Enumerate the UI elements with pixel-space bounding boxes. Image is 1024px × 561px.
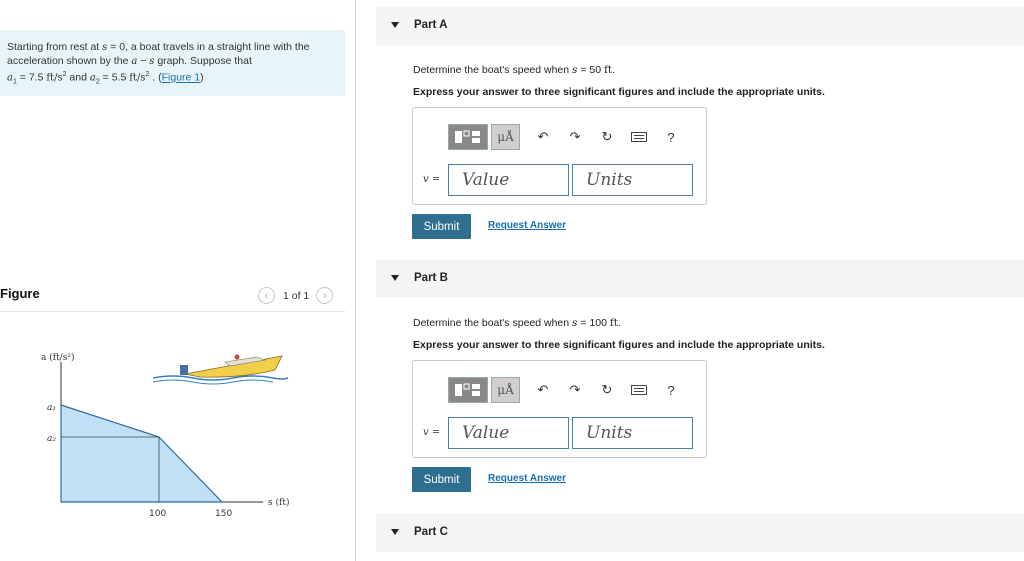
- part-a-header[interactable]: Part A: [376, 7, 1024, 45]
- part-b-header[interactable]: Part B: [376, 260, 1024, 298]
- part-a-submit-button[interactable]: Submit: [412, 214, 471, 239]
- velocity-label: v =: [423, 174, 441, 185]
- templates-icon: [455, 383, 480, 396]
- part-a-instruction: Express your answer to three significant…: [413, 86, 825, 98]
- templates-icon: [455, 130, 480, 143]
- part-a-request-answer-link[interactable]: Request Answer: [488, 220, 566, 231]
- part-a-title: Part A: [414, 19, 448, 31]
- x-tick-100: 100: [149, 509, 166, 519]
- redo-icon[interactable]: ↷: [566, 129, 584, 145]
- figure-divider: [0, 311, 345, 312]
- pane-divider: [355, 0, 356, 561]
- part-c-header[interactable]: Part C: [376, 514, 1024, 552]
- keyboard-icon[interactable]: [630, 130, 648, 145]
- part-b-title: Part B: [414, 272, 448, 284]
- problem-statement: Starting from rest at s = 0, a boat trav…: [0, 30, 345, 96]
- math-toolbar: μÅ ↶ ↷ ↻ ?: [448, 377, 680, 403]
- collapse-triangle-icon[interactable]: [391, 275, 399, 281]
- part-b-submit-button[interactable]: Submit: [412, 467, 471, 492]
- pager-text: 1 of 1: [283, 289, 310, 302]
- collapse-triangle-icon[interactable]: [391, 22, 399, 28]
- undo-icon[interactable]: ↶: [534, 129, 552, 145]
- figure-title: Figure: [0, 286, 40, 301]
- reset-icon[interactable]: ↻: [598, 382, 616, 398]
- part-b-answer-box: μÅ ↶ ↷ ↻ ? v = Value Units: [412, 360, 707, 458]
- redo-icon[interactable]: ↷: [566, 382, 584, 398]
- y-axis-label: a (ft/s²): [41, 352, 74, 363]
- value-input[interactable]: Value: [448, 164, 569, 196]
- prev-figure-button[interactable]: ‹: [258, 287, 275, 304]
- velocity-label: v =: [423, 427, 441, 438]
- units-symbol-button[interactable]: μÅ: [491, 124, 520, 150]
- part-b-request-answer-link[interactable]: Request Answer: [488, 473, 566, 484]
- part-b-instruction: Express your answer to three significant…: [413, 339, 825, 351]
- figure-link[interactable]: Figure 1: [162, 72, 201, 84]
- reset-icon[interactable]: ↻: [598, 129, 616, 145]
- part-a-answer-box: μÅ ↶ ↷ ↻ ? v = Value Units: [412, 107, 707, 205]
- problem-pane: Starting from rest at s = 0, a boat trav…: [0, 0, 355, 561]
- templates-button[interactable]: [448, 124, 488, 150]
- value-input[interactable]: Value: [448, 417, 569, 449]
- units-input[interactable]: Units: [572, 164, 693, 196]
- undo-icon[interactable]: ↶: [534, 382, 552, 398]
- x-tick-150: 150: [215, 509, 232, 519]
- a1-tick-label: a₁: [47, 403, 56, 413]
- acceleration-graph: a (ft/s²) a₁ a₂ 100 150 s (ft): [41, 352, 289, 519]
- acceleration-curve: [60, 404, 224, 503]
- problem-text: Starting from rest at s = 0, a boat trav…: [7, 41, 310, 86]
- part-a-question: Determine the boat's speed when s = 50 f…: [413, 64, 616, 76]
- units-input[interactable]: Units: [572, 417, 693, 449]
- figure-pager: ‹ 1 of 1 ›: [258, 287, 334, 304]
- boat-illustration: [152, 354, 289, 385]
- part-b-question: Determine the boat's speed when s = 100 …: [413, 317, 621, 329]
- part-c-title: Part C: [414, 526, 448, 538]
- help-icon[interactable]: ?: [662, 130, 680, 145]
- a2-tick-label: a₂: [47, 434, 56, 444]
- next-figure-button[interactable]: ›: [316, 287, 334, 304]
- templates-button[interactable]: [448, 377, 488, 403]
- collapse-triangle-icon[interactable]: [391, 529, 399, 535]
- math-toolbar: μÅ ↶ ↷ ↻ ?: [448, 124, 680, 150]
- units-symbol-button[interactable]: μÅ: [491, 377, 520, 403]
- x-axis-label: s (ft): [268, 497, 289, 508]
- help-icon[interactable]: ?: [662, 383, 680, 398]
- keyboard-icon[interactable]: [630, 383, 648, 398]
